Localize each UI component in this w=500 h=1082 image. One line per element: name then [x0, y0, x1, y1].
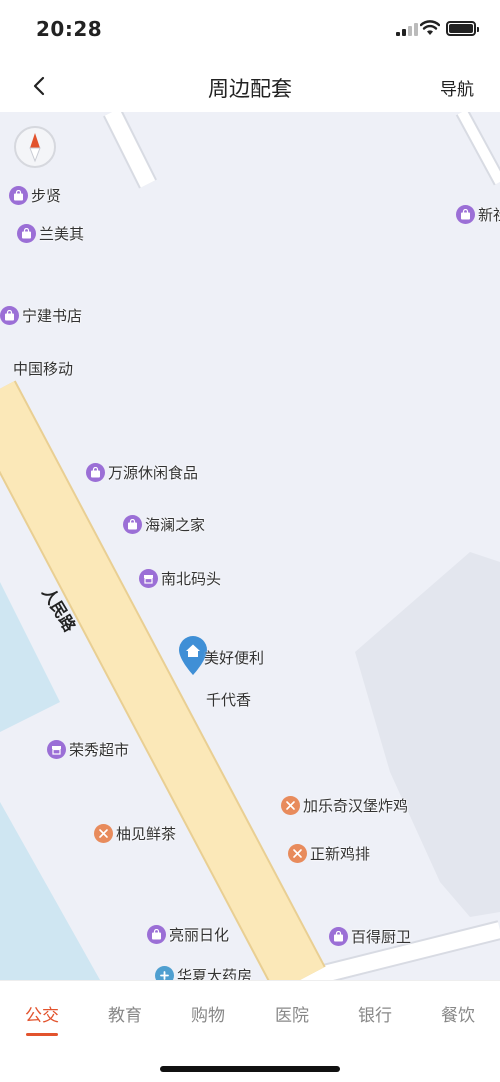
- tab-dining[interactable]: 餐饮: [423, 1001, 493, 1026]
- shopping-bag-icon: [86, 463, 105, 482]
- nav-header: 周边配套 导航: [0, 60, 500, 113]
- poi-label[interactable]: 千代香: [206, 689, 251, 710]
- poi-label: 步贤: [31, 187, 62, 205]
- shopping-bag-icon: [17, 224, 36, 243]
- status-bar: 20:28: [0, 0, 500, 60]
- shopping-bag-icon: [456, 205, 475, 224]
- shopping-bag-icon: [147, 925, 166, 944]
- cellular-signal-icon: [396, 22, 418, 36]
- page-title: 周边配套: [208, 77, 292, 101]
- fork-knife-icon: [281, 796, 300, 815]
- poi-marker[interactable]: 亮丽日化: [147, 924, 229, 945]
- category-tabs: 公交 教育 购物 医院 银行 餐饮: [0, 980, 500, 1043]
- poi-marker[interactable]: 加乐奇汉堡炸鸡: [281, 795, 408, 816]
- poi-label: 加乐奇汉堡炸鸡: [303, 797, 409, 815]
- poi-marker[interactable]: 兰美其: [17, 223, 84, 244]
- store-icon: [47, 740, 66, 759]
- poi-label: 万源休闲食品: [108, 464, 199, 482]
- shopping-bag-icon: [123, 515, 142, 534]
- poi-label: 华夏大药房: [177, 967, 253, 980]
- poi-label: 兰美其: [39, 225, 85, 243]
- tab-education[interactable]: 教育: [90, 1001, 160, 1026]
- poi-marker[interactable]: 海澜之家: [123, 514, 205, 535]
- tab-active-indicator: [26, 1033, 58, 1036]
- poi-label: 海澜之家: [145, 516, 206, 534]
- status-time: 20:28: [36, 17, 103, 41]
- poi-marker[interactable]: 正新鸡排: [288, 843, 370, 864]
- shopping-bag-icon: [9, 186, 28, 205]
- poi-marker[interactable]: 万源休闲食品: [86, 462, 198, 483]
- tab-bank[interactable]: 银行: [340, 1001, 410, 1026]
- poi-marker[interactable]: 南北码头: [139, 568, 221, 589]
- fork-knife-icon: [288, 844, 307, 863]
- poi-marker[interactable]: 荣秀超市: [47, 739, 129, 760]
- poi-label: 亮丽日化: [169, 926, 230, 944]
- tab-hospital[interactable]: 医院: [257, 1001, 327, 1026]
- home-indicator[interactable]: [160, 1066, 340, 1072]
- poi-label: 南北码头: [161, 570, 222, 588]
- pharmacy-icon: [155, 966, 174, 980]
- poi-marker[interactable]: 华夏大药房: [155, 965, 252, 980]
- tab-label: 购物: [191, 1006, 225, 1026]
- poi-label: 新社: [478, 206, 500, 224]
- battery-icon: [446, 21, 479, 36]
- compass-icon[interactable]: [14, 126, 56, 168]
- tab-label: 公交: [25, 1006, 59, 1026]
- poi-label: 荣秀超市: [69, 741, 130, 759]
- tab-label: 医院: [275, 1006, 309, 1026]
- store-icon: [139, 569, 158, 588]
- poi-label: 宁建书店: [22, 307, 83, 325]
- poi-marker[interactable]: 新社: [456, 204, 500, 225]
- poi-marker[interactable]: 宁建书店: [0, 305, 82, 326]
- poi-label: 柚见鲜茶: [116, 825, 177, 843]
- fork-knife-icon: [94, 824, 113, 843]
- map-view[interactable]: 人民路 步贤 兰美其 新社 宁建书店 中国移动 万源休闲食品 海澜之家 南北码头…: [0, 112, 500, 980]
- shopping-bag-icon: [329, 927, 348, 946]
- poi-label: 百得厨卫: [351, 928, 412, 946]
- poi-label[interactable]: 中国移动: [13, 358, 73, 379]
- tab-label: 教育: [108, 1006, 142, 1026]
- poi-label[interactable]: 美好便利: [204, 647, 264, 668]
- tab-label: 银行: [358, 1006, 392, 1026]
- wifi-icon: [419, 20, 441, 40]
- poi-label: 正新鸡排: [310, 845, 371, 863]
- navigate-button[interactable]: 导航: [440, 75, 474, 100]
- poi-marker[interactable]: 百得厨卫: [329, 926, 411, 947]
- tab-label: 餐饮: [441, 1006, 475, 1026]
- poi-marker[interactable]: 柚见鲜茶: [94, 823, 176, 844]
- tab-bus[interactable]: 公交: [7, 1001, 77, 1036]
- tab-shopping[interactable]: 购物: [173, 1001, 243, 1026]
- shopping-bag-icon: [0, 306, 19, 325]
- poi-marker[interactable]: 步贤: [9, 185, 61, 206]
